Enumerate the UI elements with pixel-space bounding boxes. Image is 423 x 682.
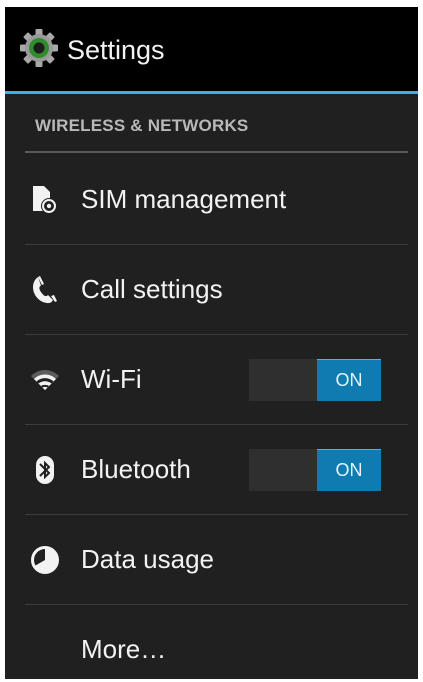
data-usage-label: Data usage — [81, 544, 214, 574]
wifi-label: Wi-Fi — [81, 364, 142, 394]
bluetooth-label: Bluetooth — [81, 454, 191, 484]
bluetooth-toggle-knob: ON — [317, 449, 381, 491]
data-usage-icon — [29, 544, 61, 576]
page-title: Settings — [67, 35, 165, 65]
call-settings-label: Call settings — [81, 274, 223, 304]
sim-management-label: SIM management — [81, 184, 287, 214]
list-item-bluetooth[interactable]: Bluetooth ON — [5, 425, 418, 515]
list-item-more[interactable]: More… — [5, 605, 418, 679]
settings-screen: Settings WIRELESS & NETWORKS SIM managem… — [5, 7, 418, 679]
bluetooth-toggle[interactable]: ON — [249, 449, 381, 491]
bluetooth-toggle-state: ON — [335, 460, 363, 480]
section-header: WIRELESS & NETWORKS — [35, 116, 249, 135]
list-item-data-usage[interactable]: Data usage — [5, 515, 418, 605]
wifi-toggle-knob: ON — [317, 359, 381, 401]
settings-gear-icon[interactable] — [19, 28, 59, 68]
phone-handset-icon — [29, 274, 61, 306]
section-divider — [25, 151, 408, 153]
more-label: More… — [81, 634, 167, 664]
wifi-toggle-state: ON — [335, 370, 363, 390]
bluetooth-icon — [29, 454, 61, 486]
list-item-sim-management[interactable]: SIM management — [5, 155, 418, 245]
action-bar: Settings — [5, 7, 418, 91]
wifi-icon — [29, 364, 61, 396]
action-bar-accent-line — [5, 91, 418, 94]
list-item-call-settings[interactable]: Call settings — [5, 245, 418, 335]
wifi-toggle[interactable]: ON — [249, 359, 381, 401]
sim-management-icon — [29, 184, 61, 216]
list-item-wifi[interactable]: Wi-Fi ON — [5, 335, 418, 425]
